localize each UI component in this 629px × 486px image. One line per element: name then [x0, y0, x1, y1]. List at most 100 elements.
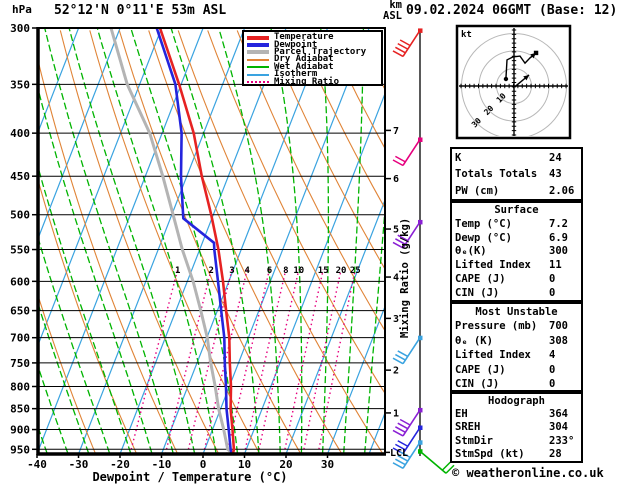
wind-barb-shaft: [402, 337, 421, 365]
mixing-ratio-label: 15: [318, 266, 329, 276]
wind-barb-feather: [395, 46, 406, 54]
parcel-curve: [109, 27, 234, 456]
stats-row: CIN (J) 0: [455, 287, 578, 301]
wind-barb-feather: [392, 357, 404, 365]
wind-barb-feather: [441, 461, 451, 471]
stats-row-value: 43: [549, 168, 562, 181]
wet-adiabat-line: [96, 28, 217, 454]
wet-adiabats-group: [0, 28, 385, 454]
wind-barb-shaft: [402, 139, 421, 166]
km-tick-label: 6: [393, 174, 399, 185]
pressure-axis-labels: 300 350 400 450 500 550 600 650 700 750 800 850 900 9…: [10, 22, 38, 456]
stats-row-value: 0: [549, 363, 556, 376]
lcl-label: LCL: [390, 448, 409, 459]
wind-barb-feather: [392, 429, 404, 437]
pressure-axis-unit: hPa: [12, 3, 32, 16]
temp-axis-labels: -40 -30 -20 -10 0 10 20 30Dewpoint / Temperatur…: [27, 454, 334, 484]
mixing-ratio-label: 8: [283, 266, 288, 276]
wind-barb: [392, 28, 423, 58]
mixing-ratio-labels: 1 2 3 4 6 8 10 15 20 25: [175, 266, 361, 276]
stats-row: Totals Totals 43: [455, 166, 578, 182]
mixing-ratio-label: 1: [175, 266, 180, 276]
temp-tick-label: -40: [27, 458, 47, 471]
pressure-tick-label: 800: [10, 380, 30, 393]
legend-item-label: Mixing Ratio: [274, 76, 340, 87]
legend-swatch: [247, 50, 269, 55]
wind-barb: [418, 449, 455, 474]
wind-barb-feather: [397, 440, 409, 447]
stats-row-value: 304: [549, 421, 568, 434]
mixing-ratio-label: 20: [336, 266, 347, 276]
wet-adiabat-line: [0, 28, 6, 453]
altitude-axis-unit: km ASL: [374, 0, 402, 22]
dry-adiabat-line: [236, 30, 385, 332]
stats-row-value: 300: [549, 245, 568, 258]
stats-row: Temp (°C) 7.2: [455, 218, 578, 232]
stats-row-label: Temp (°C): [455, 217, 512, 230]
skewt-chart-page: 1 2 3 4 6 8 10 15 20 25 300 350 400 450 500 550 600 650 70…: [0, 0, 629, 486]
isotherm-line: [119, 28, 287, 454]
wind-barb-feather: [392, 462, 404, 469]
mixing-ratio-label: 2: [209, 266, 214, 276]
stats-row: StmDir 233°: [455, 435, 578, 448]
legend-swatch: [247, 66, 269, 69]
temp-tick-label: 30: [321, 458, 334, 471]
pressure-tick-label: 700: [10, 332, 30, 345]
stats-row-label: StmDir: [455, 434, 493, 447]
stats-table: Surface Temp (°C) 7.2 Dewp (°C) 6.9 θₑ(K) 300 L…: [450, 201, 583, 302]
legend-item: Mixing Ratio: [247, 76, 381, 87]
stats-row-label: Dewp (°C): [455, 231, 512, 244]
stats-row: PW (cm) 2.06: [455, 183, 578, 199]
stats-row: CAPE (J) 0: [455, 363, 578, 377]
stats-row: Lifted Index 4: [455, 348, 578, 362]
wind-barb-feather: [395, 458, 406, 466]
altitude-unit-asl: ASL: [383, 10, 402, 22]
pressure-tick-label: 600: [10, 275, 30, 288]
pressure-tick-label: 400: [10, 127, 30, 140]
km-tick-label: 1: [393, 408, 399, 419]
pressure-tick-label: 300: [10, 22, 30, 35]
stats-row-label: Lifted Index: [455, 349, 531, 362]
km-tick-label: 2: [393, 366, 399, 377]
hodograph-group: 102030kt: [455, 24, 572, 140]
wind-barb-feather: [397, 350, 409, 358]
wet-adiabat-line: [343, 28, 365, 454]
stats-row-label: K: [455, 152, 462, 164]
stats-row-value: 0: [549, 272, 556, 285]
wind-barb-feather: [395, 155, 406, 163]
stats-table: Hodograph EH 364 SREH 304 StmDir 233° StmSpd (k…: [450, 392, 583, 463]
dewpoint-curve: [155, 27, 233, 455]
stats-table-title: Hodograph: [488, 395, 545, 407]
stats-row-label: CIN (J): [455, 286, 500, 299]
stats-row-value: 0: [549, 378, 556, 391]
station-title: 52°12'N 0°11'E 53m ASL: [54, 3, 227, 18]
mixing-ratio-line: [302, 269, 342, 454]
pressure-tick-label: 950: [10, 443, 30, 456]
wind-barb-feather: [397, 422, 409, 430]
legend-swatch: [247, 35, 269, 40]
stats-row-label: θₑ(K): [455, 245, 487, 258]
stats-row-value: 24: [549, 152, 562, 164]
isotherm-line: [77, 28, 246, 454]
legend-swatch: [247, 81, 269, 84]
stats-row-value: 4: [549, 349, 556, 362]
pressure-tick-label: 900: [10, 424, 30, 437]
wind-barb-feather: [395, 353, 406, 361]
stats-table-title: Most Unstable: [475, 306, 558, 318]
stats-row: StmSpd (kt) 28: [455, 448, 578, 461]
km-tick-label: 7: [393, 126, 399, 137]
mixing-ratio-label: 6: [267, 266, 272, 276]
stats-row: K 24: [455, 150, 578, 166]
wind-barb-feather: [397, 42, 409, 50]
stats-row-label: EH: [455, 408, 468, 421]
pressure-tick-label: 650: [10, 305, 30, 318]
mixing-ratio-label: 4: [244, 266, 250, 276]
stats-row-label: CAPE (J): [455, 363, 506, 376]
legend-swatch: [247, 73, 269, 76]
stats-row-value: 6.9: [549, 231, 568, 244]
wind-barb: [392, 335, 423, 365]
mixing-ratio-axis-label: Mixing Ratio (g/kg): [399, 217, 411, 338]
stats-row: CIN (J) 0: [455, 377, 578, 391]
stats-row-value: 28: [549, 447, 562, 460]
mixing-ratio-label: 25: [350, 266, 361, 276]
